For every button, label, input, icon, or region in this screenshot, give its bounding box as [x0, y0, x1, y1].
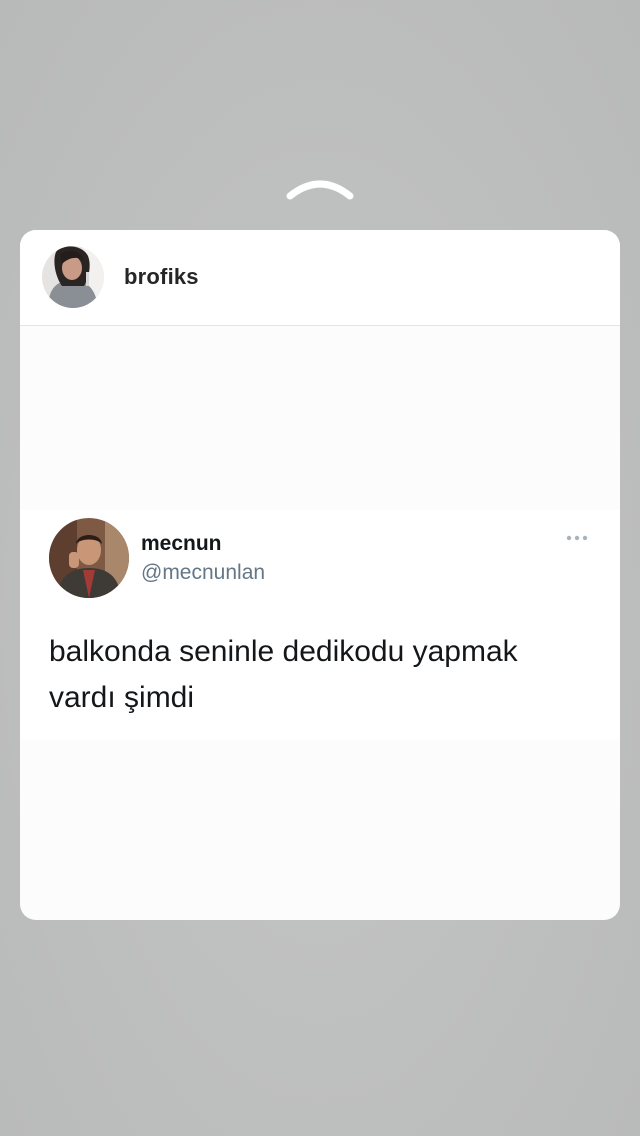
more-horizontal-icon[interactable] — [565, 532, 589, 544]
avatar[interactable] — [42, 246, 104, 308]
post-preview-card[interactable]: brofiks mecnun @mecnunlan balkonda senin… — [20, 230, 620, 920]
tweet-author-name: mecnun — [141, 532, 222, 555]
tweet-avatar[interactable] — [49, 518, 129, 598]
post-header: brofiks — [20, 230, 620, 326]
post-username[interactable]: brofiks — [124, 264, 199, 290]
tweet-author-handle: @mecnunlan — [141, 561, 266, 584]
swipe-up-chevron-icon — [286, 180, 354, 200]
tweet-text: balkonda seninle dedikodu yapmak vardı ş… — [49, 635, 518, 714]
tweet-card: mecnun @mecnunlan balkonda seninle dedik… — [20, 510, 620, 740]
